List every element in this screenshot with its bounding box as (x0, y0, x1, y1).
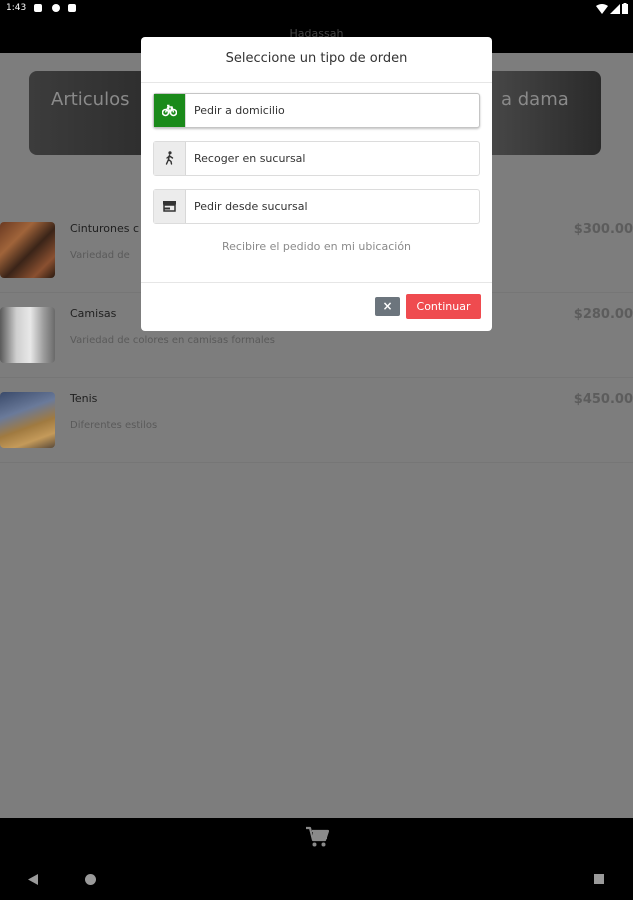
modal-title: Seleccione un tipo de orden (225, 51, 408, 66)
notification-icon (34, 4, 42, 12)
product-description: Variedad de (70, 250, 130, 261)
option-icon-box (154, 190, 186, 223)
modal-header: Seleccione un tipo de orden (141, 37, 492, 83)
signal-icon (610, 4, 620, 14)
product-image (0, 392, 55, 448)
product-description: Diferentes estilos (70, 420, 158, 431)
status-bar: 1:43 (0, 0, 633, 18)
option-home-delivery[interactable]: Pedir a domicilio (153, 93, 480, 128)
sim-icon (68, 4, 76, 12)
option-icon-box (154, 94, 186, 127)
option-icon-box (154, 142, 186, 175)
option-label: Pedir desde sucursal (194, 200, 308, 213)
app-notification-icon (52, 4, 60, 12)
banner-text-left: Articulos (51, 89, 130, 110)
product-price: $280.00 (573, 307, 633, 322)
option-order-in-store[interactable]: Pedir desde sucursal (153, 189, 480, 224)
battery-icon (622, 3, 628, 14)
continue-button[interactable]: Continuar (406, 294, 481, 319)
option-label: Pedir a domicilio (194, 104, 285, 117)
order-type-modal: Seleccione un tipo de orden Pedir a domi… (141, 37, 492, 331)
product-name: Tenis (70, 392, 98, 405)
product-price: $450.00 (573, 392, 633, 407)
walking-icon (165, 151, 174, 165)
product-description: Variedad de colores en camisas formales (70, 335, 275, 346)
product-name: Cinturones c (70, 222, 140, 235)
product-name: Camisas (70, 307, 117, 320)
close-button[interactable]: × (375, 297, 400, 316)
bicycle-icon (162, 104, 177, 117)
banner-text-right: a dama (501, 89, 569, 110)
product-image (0, 307, 55, 363)
product-row[interactable]: Tenis Diferentes estilos $450.00 (0, 378, 633, 463)
cart-icon[interactable] (305, 826, 329, 848)
home-icon[interactable] (85, 874, 96, 885)
store-icon (163, 201, 176, 212)
status-time: 1:43 (6, 3, 27, 13)
product-price: $300.00 (573, 222, 633, 237)
modal-footer-divider (141, 282, 492, 283)
bottom-nav (0, 818, 633, 858)
product-image (0, 222, 55, 278)
option-hint-text: Recibire el pedido en mi ubicación (221, 240, 412, 253)
recents-icon[interactable] (594, 874, 604, 884)
back-icon[interactable] (28, 874, 38, 885)
system-nav-bar (0, 858, 633, 900)
wifi-icon (596, 4, 608, 14)
option-pickup[interactable]: Recoger en sucursal (153, 141, 480, 176)
option-label: Recoger en sucursal (194, 152, 306, 165)
